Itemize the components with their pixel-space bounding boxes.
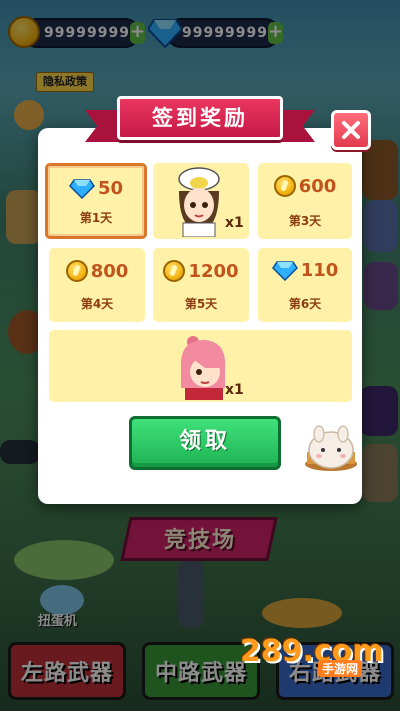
reward-day-label: 第6天 <box>288 297 322 311</box>
reward-day-3[interactable]: 600 第3天 <box>258 163 352 239</box>
coin-icon <box>273 175 296 197</box>
reward-quantity: x1 <box>225 382 244 398</box>
reward-amount: 600 <box>298 175 337 197</box>
reward-day-label: 第5天 <box>184 297 218 311</box>
reward-quantity: x1 <box>225 215 244 231</box>
gem-icon <box>271 260 298 281</box>
dialog-title: 签到奖励 <box>152 106 248 130</box>
steamed-bun-mascot-icon <box>305 425 357 471</box>
coin-icon <box>65 260 88 282</box>
reward-day-label: 第3天 <box>288 214 322 228</box>
watermark-subtitle: 手游网 <box>318 660 363 677</box>
close-icon <box>342 121 360 139</box>
reward-day-1[interactable]: 50 第1天 <box>45 163 147 239</box>
pink-hair-hero-avatar <box>181 336 226 400</box>
reward-day-4[interactable]: 800 第4天 <box>49 248 145 322</box>
reward-day-6[interactable]: 110 第6天 <box>258 248 352 322</box>
reward-day-5[interactable]: 1200 第5天 <box>153 248 249 322</box>
reward-day-label: 第4天 <box>80 297 114 311</box>
coin-icon <box>163 260 186 282</box>
reward-amount: 50 <box>97 178 124 199</box>
reward-day-label: 第1天 <box>79 211 113 225</box>
reward-amount: 800 <box>90 260 129 282</box>
claim-button[interactable]: 领取 <box>129 416 281 470</box>
reward-day-2[interactable]: x1 <box>153 163 249 239</box>
reward-amount: 1200 <box>188 260 239 282</box>
chef-girl-avatar <box>178 167 220 237</box>
close-button[interactable] <box>331 110 371 150</box>
dialog-title-ribbon: 签到奖励 <box>85 94 315 154</box>
gem-icon <box>69 178 95 199</box>
reward-amount: 110 <box>300 260 339 281</box>
watermark-logo: 289.com <box>240 634 384 669</box>
reward-day-7[interactable]: x1 <box>49 330 352 402</box>
